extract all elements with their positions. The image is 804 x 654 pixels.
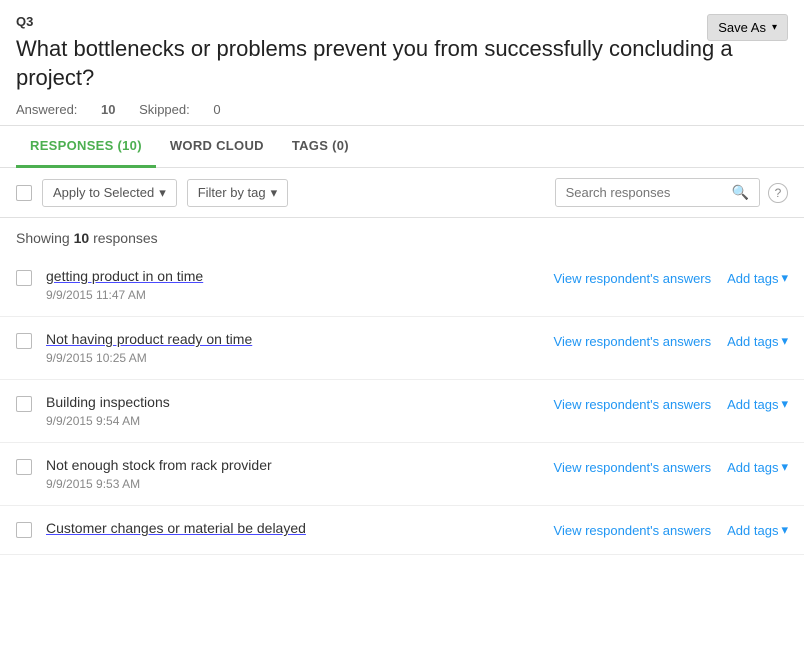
response-content: Customer changes or material be delayed [46, 520, 554, 540]
question-id: Q3 [16, 14, 788, 29]
add-tags-button[interactable]: Add tags [727, 522, 788, 538]
answered-count: 10 [101, 102, 115, 117]
save-as-button[interactable]: Save As ▾ [707, 14, 788, 41]
view-respondent-link[interactable]: View respondent's answers [554, 460, 712, 475]
question-title: What bottlenecks or problems prevent you… [16, 35, 766, 92]
view-respondent-link[interactable]: View respondent's answers [554, 523, 712, 538]
response-item: Customer changes or material be delayed V… [0, 506, 804, 555]
add-tags-chevron-icon [781, 396, 788, 412]
response-actions: View respondent's answers Add tags [554, 457, 788, 475]
help-icon[interactable]: ? [768, 183, 788, 203]
add-tags-button[interactable]: Add tags [727, 333, 788, 349]
response-item: Building inspections 9/9/2015 9:54 AMView… [0, 380, 804, 443]
response-actions: View respondent's answers Add tags [554, 268, 788, 286]
add-tags-button[interactable]: Add tags [727, 270, 788, 286]
response-item: Not enough stock from rack provider 9/9/2… [0, 443, 804, 506]
responses-summary: Showing 10 responses [0, 218, 804, 254]
add-tags-button[interactable]: Add tags [727, 459, 788, 475]
save-as-chevron-icon: ▾ [772, 22, 777, 33]
question-meta: Answered: 10 Skipped: 0 [16, 102, 788, 117]
add-tags-chevron-icon [781, 522, 788, 538]
response-checkbox[interactable] [16, 396, 32, 412]
page-header: Save As ▾ Q3 What bottlenecks or problem… [0, 0, 804, 126]
view-respondent-link[interactable]: View respondent's answers [554, 334, 712, 349]
select-all-checkbox[interactable] [16, 185, 32, 201]
response-checkbox[interactable] [16, 333, 32, 349]
save-as-label: Save As [718, 20, 766, 35]
response-text: getting product in on time [46, 268, 203, 284]
add-tags-button[interactable]: Add tags [727, 396, 788, 412]
apply-to-selected-button[interactable]: Apply to Selected [42, 179, 177, 207]
skipped-count: 0 [213, 102, 220, 117]
response-actions: View respondent's answers Add tags [554, 520, 788, 538]
search-area: 🔍 ? [555, 178, 788, 207]
response-checkbox[interactable] [16, 522, 32, 538]
response-actions: View respondent's answers Add tags [554, 331, 788, 349]
response-date: 9/9/2015 9:54 AM [46, 414, 554, 428]
tab-responses[interactable]: RESPONSES (10) [16, 126, 156, 168]
filter-by-tag-button[interactable]: Filter by tag [187, 179, 288, 207]
add-tags-chevron-icon [781, 333, 788, 349]
response-count: 10 [74, 230, 90, 246]
response-item: Not having product ready on time 9/9/2015… [0, 317, 804, 380]
response-content: getting product in on time 9/9/2015 11:47… [46, 268, 554, 302]
response-date: 9/9/2015 9:53 AM [46, 477, 554, 491]
response-item: getting product in on time 9/9/2015 11:47… [0, 254, 804, 317]
filter-chevron-icon [271, 185, 278, 201]
apply-chevron-icon [159, 185, 166, 201]
responses-suffix: responses [93, 230, 158, 246]
response-checkbox[interactable] [16, 459, 32, 475]
add-tags-chevron-icon [781, 459, 788, 475]
skipped-label: Skipped: 0 [139, 102, 240, 117]
toolbar: Apply to Selected Filter by tag 🔍 ? [0, 168, 804, 218]
add-tags-chevron-icon [781, 270, 788, 286]
view-respondent-link[interactable]: View respondent's answers [554, 271, 712, 286]
tab-tags[interactable]: TAGS (0) [278, 126, 363, 168]
response-content: Building inspections 9/9/2015 9:54 AM [46, 394, 554, 428]
apply-to-selected-label: Apply to Selected [53, 185, 154, 200]
response-date: 9/9/2015 11:47 AM [46, 288, 554, 302]
search-input[interactable] [566, 185, 726, 200]
tab-bar: RESPONSES (10) WORD CLOUD TAGS (0) [0, 126, 804, 168]
view-respondent-link[interactable]: View respondent's answers [554, 397, 712, 412]
response-date: 9/9/2015 10:25 AM [46, 351, 554, 365]
answered-label: Answered: 10 [16, 102, 119, 117]
response-checkbox[interactable] [16, 270, 32, 286]
filter-by-tag-label: Filter by tag [198, 185, 266, 200]
tab-word-cloud[interactable]: WORD CLOUD [156, 126, 278, 168]
response-text: Customer changes or material be delayed [46, 520, 306, 536]
search-box[interactable]: 🔍 [555, 178, 760, 207]
search-icon: 🔍 [732, 184, 749, 201]
showing-label: Showing [16, 230, 70, 246]
response-list: getting product in on time 9/9/2015 11:47… [0, 254, 804, 555]
response-content: Not enough stock from rack provider 9/9/2… [46, 457, 554, 491]
response-actions: View respondent's answers Add tags [554, 394, 788, 412]
response-content: Not having product ready on time 9/9/2015… [46, 331, 554, 365]
response-text: Not enough stock from rack provider [46, 457, 272, 473]
response-text: Not having product ready on time [46, 331, 252, 347]
response-text: Building inspections [46, 394, 170, 410]
